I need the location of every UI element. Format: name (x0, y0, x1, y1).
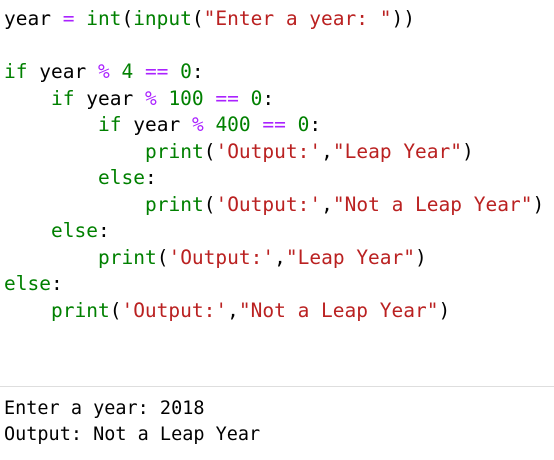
code-line[interactable]: else: (51, 218, 110, 244)
code-token-default: ( (109, 298, 122, 322)
code-token-number: 0 (250, 86, 263, 110)
code-token-default (110, 60, 122, 83)
code-token-default: year (4, 7, 63, 30)
output-panel: Enter a year: 2018 Output: Not a Leap Ye… (0, 387, 554, 460)
code-token-default: : (262, 86, 275, 110)
code-token-default: year (74, 86, 145, 110)
code-token-string: 'Output:' (121, 298, 228, 322)
code-token-string: "Leap Year" (285, 245, 416, 269)
code-token-default: , (321, 192, 333, 216)
code-token-default: year (27, 60, 98, 83)
code-token-default: : (144, 166, 157, 189)
code-token-builtin: print (98, 245, 157, 269)
code-line[interactable]: print('Output:',"Leap Year") (145, 139, 474, 165)
code-token-default: : (97, 219, 110, 242)
code-token-default (251, 113, 263, 136)
code-token-keyword: if (4, 60, 28, 83)
code-token-default: ( (121, 7, 134, 30)
code-token-default: ) (415, 245, 427, 269)
code-line[interactable]: if year % 4 == 0: (4, 59, 204, 85)
code-line[interactable]: else: (98, 165, 157, 191)
code-token-default (204, 113, 216, 136)
code-token-number: 0 (180, 60, 192, 83)
code-token-string: "Not a Leap Year" (332, 192, 533, 216)
code-token-default (157, 87, 169, 110)
code-token-keyword: if (98, 113, 122, 136)
code-line[interactable]: year = int(input("Enter a year: ")) (4, 6, 415, 32)
code-token-default: : (309, 113, 322, 136)
code-token-default: ( (156, 245, 169, 269)
code-token-default (168, 60, 180, 83)
code-line[interactable]: print('Output:',"Not a Leap Year") (51, 298, 450, 324)
code-line[interactable]: else: (4, 271, 63, 297)
code-token-builtin: print (51, 298, 110, 322)
code-token-default: : (50, 272, 63, 295)
code-editor[interactable]: year = int(input("Enter a year: ")) if ye… (0, 0, 554, 386)
code-token-default: ( (203, 192, 216, 216)
code-token-default: , (274, 245, 286, 269)
code-token-string: "Not a Leap Year" (238, 298, 439, 322)
code-token-operator: = (62, 7, 75, 30)
code-token-default: )) (391, 7, 415, 30)
code-token-keyword: else (51, 219, 98, 242)
code-token-operator: % (191, 113, 204, 136)
code-token-number: 4 (121, 60, 134, 83)
code-token-operator: % (144, 86, 157, 110)
code-token-default: ) (462, 139, 474, 163)
code-token-default: ) (532, 192, 545, 216)
code-token-operator: == (144, 60, 169, 83)
code-token-keyword: if (51, 86, 75, 110)
code-token-default (74, 7, 86, 30)
code-token-default: ( (191, 7, 204, 30)
code-line[interactable]: print('Output:',"Leap Year") (98, 245, 427, 271)
code-token-builtin: print (145, 139, 204, 163)
code-token-keyword: else (98, 166, 145, 189)
code-token-default: year (121, 113, 192, 136)
code-token-default (239, 87, 251, 110)
code-line[interactable]: if year % 100 == 0: (51, 86, 274, 112)
code-token-operator: % (97, 60, 110, 83)
code-token-number: 100 (168, 86, 204, 110)
code-token-builtin: int (86, 7, 122, 30)
code-token-builtin: input (133, 7, 192, 30)
code-token-string: "Enter a year: " (203, 7, 392, 30)
code-token-default: , (227, 298, 239, 322)
output-line-result: Output: Not a Leap Year (4, 424, 261, 445)
code-line[interactable]: print('Output:',"Not a Leap Year") (145, 192, 544, 218)
code-token-number: 0 (297, 113, 310, 136)
code-token-string: 'Output:' (215, 192, 322, 216)
code-token-keyword: else (4, 272, 51, 295)
code-token-string: 'Output:' (168, 245, 275, 269)
code-token-default: ) (438, 298, 451, 322)
code-line[interactable]: if year % 400 == 0: (98, 112, 321, 138)
code-token-default: , (321, 139, 333, 163)
code-token-default (286, 113, 298, 136)
code-token-default: ( (203, 139, 216, 163)
code-token-default: : (191, 60, 204, 83)
code-token-string: "Leap Year" (332, 139, 463, 163)
code-token-default (133, 60, 145, 83)
code-token-number: 400 (215, 113, 251, 136)
code-token-operator: == (262, 113, 286, 136)
code-token-builtin: print (145, 192, 204, 216)
code-token-operator: == (215, 86, 239, 110)
output-line-prompt: Enter a year: 2018 (4, 398, 205, 419)
code-token-default (204, 87, 216, 110)
code-token-string: 'Output:' (215, 139, 322, 163)
